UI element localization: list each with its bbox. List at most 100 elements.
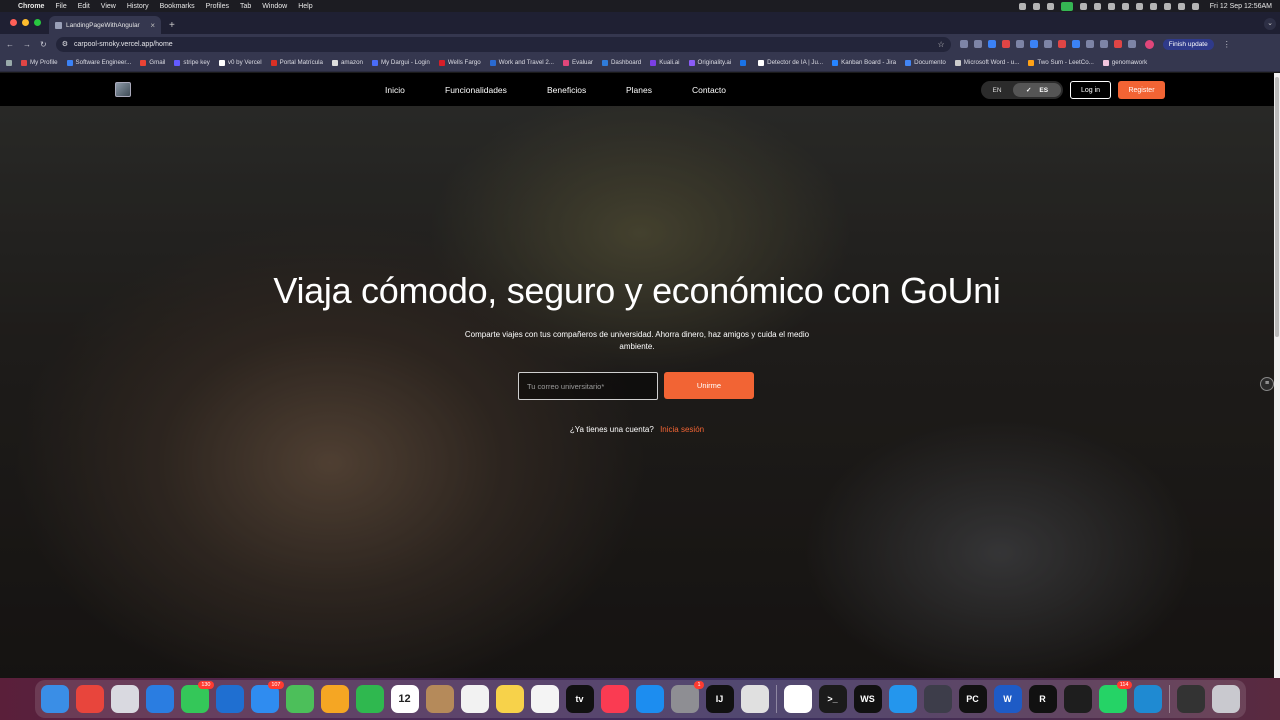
extension-icon[interactable] bbox=[1071, 40, 1080, 48]
bookmark-item[interactable]: genomawork bbox=[1102, 59, 1147, 66]
extension-icon[interactable] bbox=[1099, 40, 1108, 48]
new-tab-icon[interactable]: + bbox=[161, 20, 175, 34]
extension-icon[interactable] bbox=[1057, 40, 1066, 48]
register-button[interactable]: Register bbox=[1118, 81, 1165, 99]
close-tab-icon[interactable]: × bbox=[150, 21, 155, 30]
dock-app-screenshot-icon[interactable] bbox=[1176, 685, 1205, 713]
email-input[interactable] bbox=[518, 372, 658, 400]
dock-app-calendar-icon[interactable]: 12 bbox=[390, 685, 419, 713]
tab-search-chevron-icon[interactable]: ⌄ bbox=[1264, 18, 1276, 30]
menu-view[interactable]: View bbox=[101, 3, 116, 10]
dock-app-utility-icon[interactable] bbox=[740, 685, 769, 713]
bookmark-item[interactable]: My Profile bbox=[21, 59, 58, 66]
extension-icon[interactable] bbox=[973, 40, 982, 48]
bookmark-item[interactable]: Microsoft Word - u... bbox=[954, 59, 1019, 66]
dock-app-git-icon[interactable] bbox=[75, 685, 104, 713]
dock-app-webstorm-icon[interactable]: WS bbox=[853, 685, 882, 713]
join-button[interactable]: Unirme bbox=[664, 372, 754, 399]
wifi-icon[interactable] bbox=[1135, 2, 1143, 10]
status-icon[interactable] bbox=[1121, 2, 1129, 10]
bookmark-item[interactable]: Kuali.ai bbox=[650, 59, 680, 66]
bookmark-item[interactable]: Evaluar bbox=[562, 59, 593, 66]
extension-icon[interactable] bbox=[1043, 40, 1052, 48]
status-icon[interactable] bbox=[1107, 2, 1115, 10]
chrome-menu-icon[interactable]: ⋮ bbox=[1223, 40, 1231, 49]
url-text[interactable]: carpool-smoky.vercel.app/home bbox=[74, 41, 173, 48]
menu-clock[interactable]: Fri 12 Sep 12:56AM bbox=[1210, 3, 1272, 10]
menu-edit[interactable]: Edit bbox=[78, 3, 90, 10]
bookmark-item[interactable]: Software Engineer... bbox=[66, 59, 131, 66]
extension-icon[interactable] bbox=[987, 40, 996, 48]
dock-app-docker-icon[interactable] bbox=[888, 685, 917, 713]
dock-app-quicktime-icon[interactable] bbox=[923, 685, 952, 713]
search-icon[interactable] bbox=[1163, 2, 1171, 10]
dock-app-app-store-icon[interactable] bbox=[635, 685, 664, 713]
dock-app-intellij-icon[interactable]: IJ bbox=[705, 685, 734, 713]
dock-app-system-settings-icon[interactable]: 1 bbox=[670, 681, 704, 713]
forward-icon[interactable]: → bbox=[23, 40, 31, 49]
bookmark-item[interactable]: amazon bbox=[331, 59, 363, 66]
dock-app-contacts-icon[interactable] bbox=[425, 685, 454, 713]
login-button[interactable]: Log in bbox=[1070, 81, 1111, 99]
extension-icon[interactable] bbox=[1085, 40, 1094, 48]
profile-avatar[interactable] bbox=[1144, 39, 1154, 49]
menu-profiles[interactable]: Profiles bbox=[206, 3, 229, 10]
bookmark-item[interactable]: Work and Travel 2... bbox=[489, 59, 554, 66]
status-icon[interactable] bbox=[1018, 2, 1026, 10]
bookmark-item[interactable]: Dashboard bbox=[601, 59, 641, 66]
dock-app-pycharm-icon[interactable]: PC bbox=[958, 685, 987, 713]
facetime-status-icon[interactable] bbox=[1060, 1, 1073, 11]
bookmark-item[interactable]: v0 by Vercel bbox=[218, 59, 262, 66]
close-window-button[interactable] bbox=[10, 19, 17, 26]
bookmark-item[interactable] bbox=[740, 59, 749, 66]
extension-icon[interactable] bbox=[1015, 40, 1024, 48]
dock-app-safari-icon[interactable] bbox=[145, 685, 174, 713]
nav-link-planes[interactable]: Planes bbox=[626, 85, 652, 95]
address-bar[interactable]: ⚙ carpool-smoky.vercel.app/home ☆ bbox=[55, 36, 951, 52]
dock-app-music-icon[interactable] bbox=[600, 685, 629, 713]
floating-widget-icon[interactable]: ≡ bbox=[1260, 377, 1274, 391]
back-icon[interactable]: ← bbox=[6, 40, 14, 49]
dock-app-chrome-icon[interactable] bbox=[783, 685, 812, 713]
dock-app-terminal-icon[interactable]: >_ bbox=[818, 685, 847, 713]
page-scrollbar[interactable] bbox=[1274, 73, 1280, 678]
dock-app-trash-icon[interactable] bbox=[1211, 685, 1240, 713]
status-icon[interactable] bbox=[1093, 2, 1101, 10]
menu-app-name[interactable]: Chrome bbox=[18, 3, 44, 10]
siri-icon[interactable] bbox=[1191, 2, 1199, 10]
control-center-icon[interactable] bbox=[1177, 2, 1185, 10]
dock-app-messages-icon[interactable]: 130 bbox=[180, 681, 214, 713]
site-info-icon[interactable]: ⚙ bbox=[62, 40, 68, 48]
menu-file[interactable]: File bbox=[55, 3, 66, 10]
status-icon[interactable] bbox=[1032, 2, 1040, 10]
bookmark-item[interactable]: Detector de IA | Ju... bbox=[758, 59, 823, 66]
dock-app-notes-icon[interactable] bbox=[495, 685, 524, 713]
dock-app-apple-tv-icon[interactable]: tv bbox=[565, 685, 594, 713]
dock-app-finder-icon[interactable] bbox=[40, 685, 69, 713]
extension-icon[interactable] bbox=[1029, 40, 1038, 48]
bookmark-item[interactable]: Originality.ai bbox=[688, 59, 731, 66]
bookmark-item[interactable]: Two Sum - LeetCo... bbox=[1028, 59, 1094, 66]
menu-tab[interactable]: Tab bbox=[240, 3, 251, 10]
dock-app-photos-icon[interactable] bbox=[320, 685, 349, 713]
status-icon[interactable] bbox=[1046, 2, 1054, 10]
menu-help[interactable]: Help bbox=[298, 3, 312, 10]
reading-list-icon[interactable] bbox=[1127, 40, 1136, 48]
dock-app-xcode-icon[interactable] bbox=[215, 685, 244, 713]
zoom-window-button[interactable] bbox=[34, 19, 41, 26]
menu-window[interactable]: Window bbox=[262, 3, 287, 10]
nav-link-inicio[interactable]: Inicio bbox=[385, 85, 405, 95]
bookmarks-apps-icon[interactable] bbox=[6, 59, 12, 66]
finish-update-button[interactable]: Finish update bbox=[1162, 38, 1214, 50]
bookmark-item[interactable]: Gmail bbox=[140, 59, 165, 66]
bookmark-item[interactable]: stripe key bbox=[174, 59, 210, 66]
extension-icon[interactable] bbox=[959, 40, 968, 48]
dock-app-launchpad-icon[interactable] bbox=[110, 685, 139, 713]
lang-es-option[interactable]: ✓ ES bbox=[1013, 83, 1061, 97]
nav-link-beneficios[interactable]: Beneficios bbox=[547, 85, 586, 95]
browser-tab-active[interactable]: LandingPageWithAngular × bbox=[49, 16, 161, 34]
dock-app-word-icon[interactable]: W bbox=[993, 685, 1022, 713]
menu-bookmarks[interactable]: Bookmarks bbox=[160, 3, 195, 10]
dock-app-rider-icon[interactable]: R bbox=[1028, 685, 1057, 713]
dock-app-vscode-icon[interactable] bbox=[1133, 685, 1162, 713]
